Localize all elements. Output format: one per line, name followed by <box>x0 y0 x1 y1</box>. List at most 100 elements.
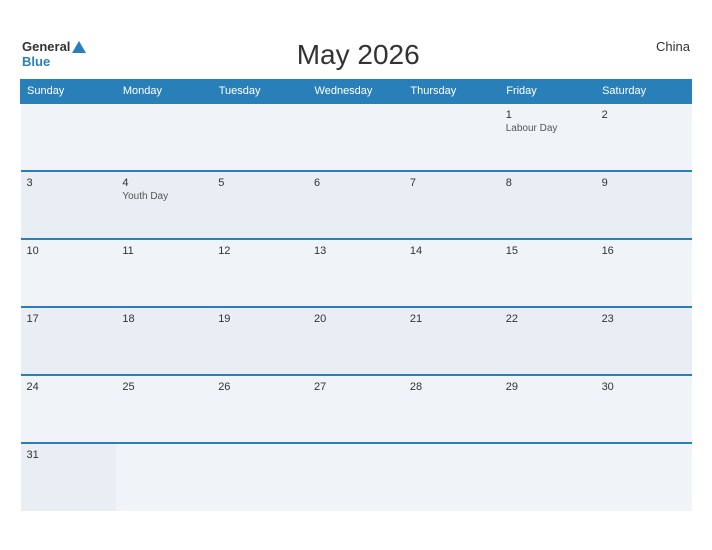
weekday-header-thursday: Thursday <box>404 80 500 104</box>
weekday-header-tuesday: Tuesday <box>212 80 308 104</box>
logo-triangle-icon <box>72 41 86 53</box>
day-number: 2 <box>602 109 686 121</box>
calendar-cell <box>404 443 500 511</box>
calendar-cell <box>308 103 404 171</box>
calendar-cell <box>21 103 117 171</box>
weekday-header-row: SundayMondayTuesdayWednesdayThursdayFrid… <box>21 80 692 104</box>
calendar-cell: 10 <box>21 239 117 307</box>
calendar-table: SundayMondayTuesdayWednesdayThursdayFrid… <box>20 79 692 511</box>
calendar-cell: 25 <box>116 375 212 443</box>
calendar-cell: 4 Youth Day <box>116 171 212 239</box>
calendar-cell <box>500 443 596 511</box>
day-number: 23 <box>602 313 686 325</box>
calendar-cell <box>308 443 404 511</box>
calendar-cell: 18 <box>116 307 212 375</box>
day-number: 11 <box>122 245 206 257</box>
weekday-header-friday: Friday <box>500 80 596 104</box>
calendar-cell: 15 <box>500 239 596 307</box>
calendar-cell: 29 <box>500 375 596 443</box>
day-number: 22 <box>506 313 590 325</box>
day-number: 16 <box>602 245 686 257</box>
calendar-week-row: 17 18 19 20 21 22 23 <box>21 307 692 375</box>
holiday-name: Labour Day <box>506 123 590 134</box>
day-number: 28 <box>410 381 494 393</box>
calendar-cell: 23 <box>596 307 692 375</box>
calendar-cell: 6 <box>308 171 404 239</box>
day-number: 10 <box>27 245 111 257</box>
day-number: 6 <box>314 177 398 189</box>
day-number: 29 <box>506 381 590 393</box>
day-number: 20 <box>314 313 398 325</box>
calendar-header: General Blue May 2026 China <box>20 39 692 71</box>
day-number: 3 <box>27 177 111 189</box>
day-number: 26 <box>218 381 302 393</box>
logo-general-text: General <box>22 39 70 54</box>
calendar-cell: 9 <box>596 171 692 239</box>
calendar-cell: 28 <box>404 375 500 443</box>
calendar-body: 1Labour Day234Youth Day56789101112131415… <box>21 103 692 511</box>
country-label: China <box>630 39 690 54</box>
calendar-cell: 20 <box>308 307 404 375</box>
day-number: 12 <box>218 245 302 257</box>
day-number: 27 <box>314 381 398 393</box>
day-number: 24 <box>27 381 111 393</box>
day-number: 21 <box>410 313 494 325</box>
day-number: 25 <box>122 381 206 393</box>
calendar-cell <box>212 443 308 511</box>
calendar-cell: 8 <box>500 171 596 239</box>
logo-blue-text: Blue <box>22 54 50 69</box>
logo: General Blue <box>22 39 86 69</box>
calendar-cell: 1 Labour Day <box>500 103 596 171</box>
weekday-header-saturday: Saturday <box>596 80 692 104</box>
calendar-cell: 19 <box>212 307 308 375</box>
calendar-thead: SundayMondayTuesdayWednesdayThursdayFrid… <box>21 80 692 104</box>
day-number: 7 <box>410 177 494 189</box>
calendar-cell: 16 <box>596 239 692 307</box>
calendar-cell: 24 <box>21 375 117 443</box>
calendar-cell <box>404 103 500 171</box>
calendar-cell: 11 <box>116 239 212 307</box>
day-number: 14 <box>410 245 494 257</box>
weekday-header-wednesday: Wednesday <box>308 80 404 104</box>
day-number: 31 <box>27 449 111 461</box>
calendar-week-row: 34 Youth Day 56789 <box>21 171 692 239</box>
calendar-cell: 5 <box>212 171 308 239</box>
day-number: 1 <box>506 109 590 121</box>
calendar-cell <box>212 103 308 171</box>
calendar-cell: 27 <box>308 375 404 443</box>
day-number: 4 <box>122 177 206 189</box>
calendar-week-row: 31 <box>21 443 692 511</box>
calendar-cell <box>116 103 212 171</box>
holiday-name: Youth Day <box>122 191 206 202</box>
calendar-cell <box>596 443 692 511</box>
day-number: 19 <box>218 313 302 325</box>
calendar-cell: 12 <box>212 239 308 307</box>
day-number: 5 <box>218 177 302 189</box>
day-number: 30 <box>602 381 686 393</box>
calendar-cell: 3 <box>21 171 117 239</box>
day-number: 13 <box>314 245 398 257</box>
month-title: May 2026 <box>86 39 630 71</box>
calendar-week-row: 1 Labour Day 2 <box>21 103 692 171</box>
calendar-week-row: 24 25 26 27 28 29 30 <box>21 375 692 443</box>
day-number: 8 <box>506 177 590 189</box>
day-number: 17 <box>27 313 111 325</box>
weekday-header-monday: Monday <box>116 80 212 104</box>
calendar-cell <box>116 443 212 511</box>
calendar-week-row: 10 11 12 13 14 15 16 <box>21 239 692 307</box>
calendar-cell: 30 <box>596 375 692 443</box>
calendar-cell: 22 <box>500 307 596 375</box>
calendar-cell: 26 <box>212 375 308 443</box>
calendar-cell: 31 <box>21 443 117 511</box>
day-number: 15 <box>506 245 590 257</box>
day-number: 18 <box>122 313 206 325</box>
weekday-header-sunday: Sunday <box>21 80 117 104</box>
day-number: 9 <box>602 177 686 189</box>
calendar-cell: 2 <box>596 103 692 171</box>
calendar-cell: 14 <box>404 239 500 307</box>
calendar-cell: 21 <box>404 307 500 375</box>
calendar-container: General Blue May 2026 China SundayMonday… <box>10 29 702 521</box>
calendar-cell: 13 <box>308 239 404 307</box>
calendar-cell: 7 <box>404 171 500 239</box>
calendar-cell: 17 <box>21 307 117 375</box>
